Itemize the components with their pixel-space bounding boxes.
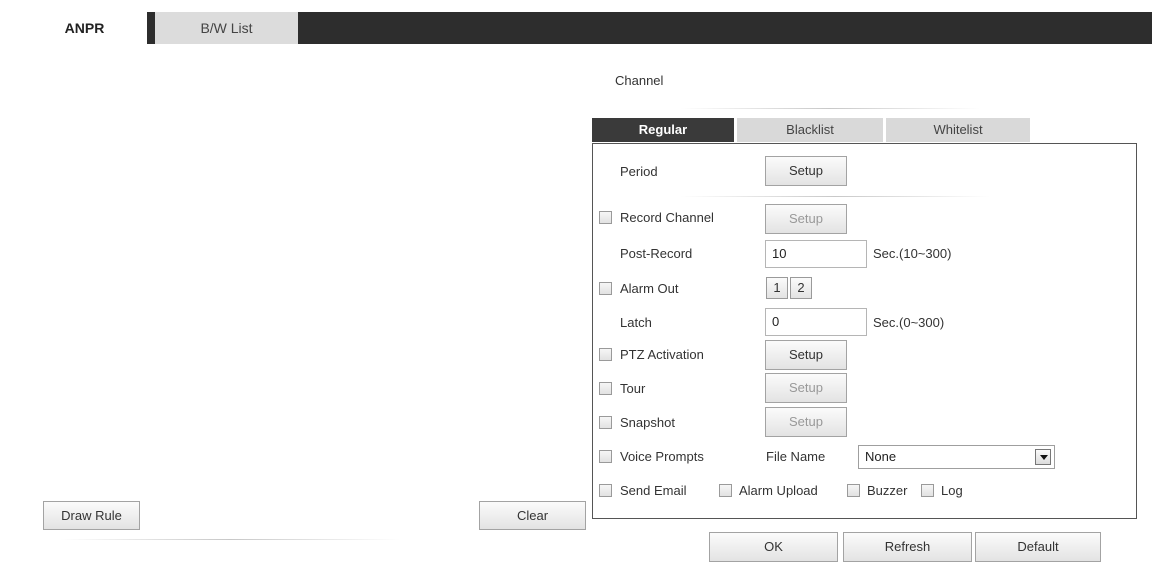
refresh-button[interactable]: Refresh (843, 532, 972, 562)
log-checkbox[interactable] (921, 484, 934, 497)
record-channel-label: Record Channel (620, 210, 714, 225)
latch-input[interactable]: 0 (765, 308, 867, 336)
period-divider (680, 196, 990, 197)
tour-setup-button[interactable]: Setup (765, 373, 847, 403)
tab-anpr[interactable]: ANPR (22, 12, 147, 44)
latch-label: Latch (620, 315, 652, 330)
left-divider (60, 539, 400, 540)
channel-label: Channel (615, 73, 664, 88)
file-name-select[interactable]: None (858, 445, 1055, 469)
tab-bw-list[interactable]: B/W List (155, 12, 298, 44)
subtab-whitelist[interactable]: Whitelist (886, 118, 1030, 142)
post-record-label: Post-Record (620, 246, 693, 261)
period-setup-button[interactable]: Setup (765, 156, 847, 186)
alarm-out-label: Alarm Out (620, 281, 679, 296)
record-channel-checkbox[interactable] (599, 211, 612, 224)
alarm-out-channel-1[interactable]: 1 (766, 277, 788, 299)
record-channel-setup-button[interactable]: Setup (765, 204, 847, 234)
ptz-activation-checkbox[interactable] (599, 348, 612, 361)
send-email-label: Send Email (620, 483, 687, 498)
snapshot-label: Snapshot (620, 415, 675, 430)
log-label: Log (941, 483, 963, 498)
voice-prompts-label: Voice Prompts (620, 449, 704, 464)
clear-button[interactable]: Clear (479, 501, 586, 530)
chevron-down-icon[interactable] (1035, 449, 1051, 465)
snapshot-checkbox[interactable] (599, 416, 612, 429)
post-record-unit: Sec.(10~300) (873, 246, 952, 261)
subtab-blacklist[interactable]: Blacklist (737, 118, 883, 142)
period-label: Period (620, 164, 658, 179)
file-name-value: None (865, 449, 897, 464)
latch-unit: Sec.(0~300) (873, 315, 945, 330)
send-email-checkbox[interactable] (599, 484, 612, 497)
ptz-activation-label: PTZ Activation (620, 347, 704, 362)
alarm-upload-label: Alarm Upload (739, 483, 818, 498)
buzzer-checkbox[interactable] (847, 484, 860, 497)
ok-button[interactable]: OK (709, 532, 838, 562)
alarm-out-channel-2[interactable]: 2 (790, 277, 812, 299)
snapshot-setup-button[interactable]: Setup (765, 407, 847, 437)
file-name-label: File Name (766, 449, 826, 464)
draw-rule-button[interactable]: Draw Rule (43, 501, 140, 530)
ptz-setup-button[interactable]: Setup (765, 340, 847, 370)
tab-separator (147, 12, 155, 44)
default-button[interactable]: Default (975, 532, 1101, 562)
buzzer-label: Buzzer (867, 483, 908, 498)
post-record-input[interactable]: 10 (765, 240, 867, 268)
tour-label: Tour (620, 381, 646, 396)
channel-divider (680, 108, 980, 109)
subtab-regular[interactable]: Regular (592, 118, 734, 142)
alarm-out-checkbox[interactable] (599, 282, 612, 295)
tour-checkbox[interactable] (599, 382, 612, 395)
alarm-upload-checkbox[interactable] (719, 484, 732, 497)
voice-prompts-checkbox[interactable] (599, 450, 612, 463)
